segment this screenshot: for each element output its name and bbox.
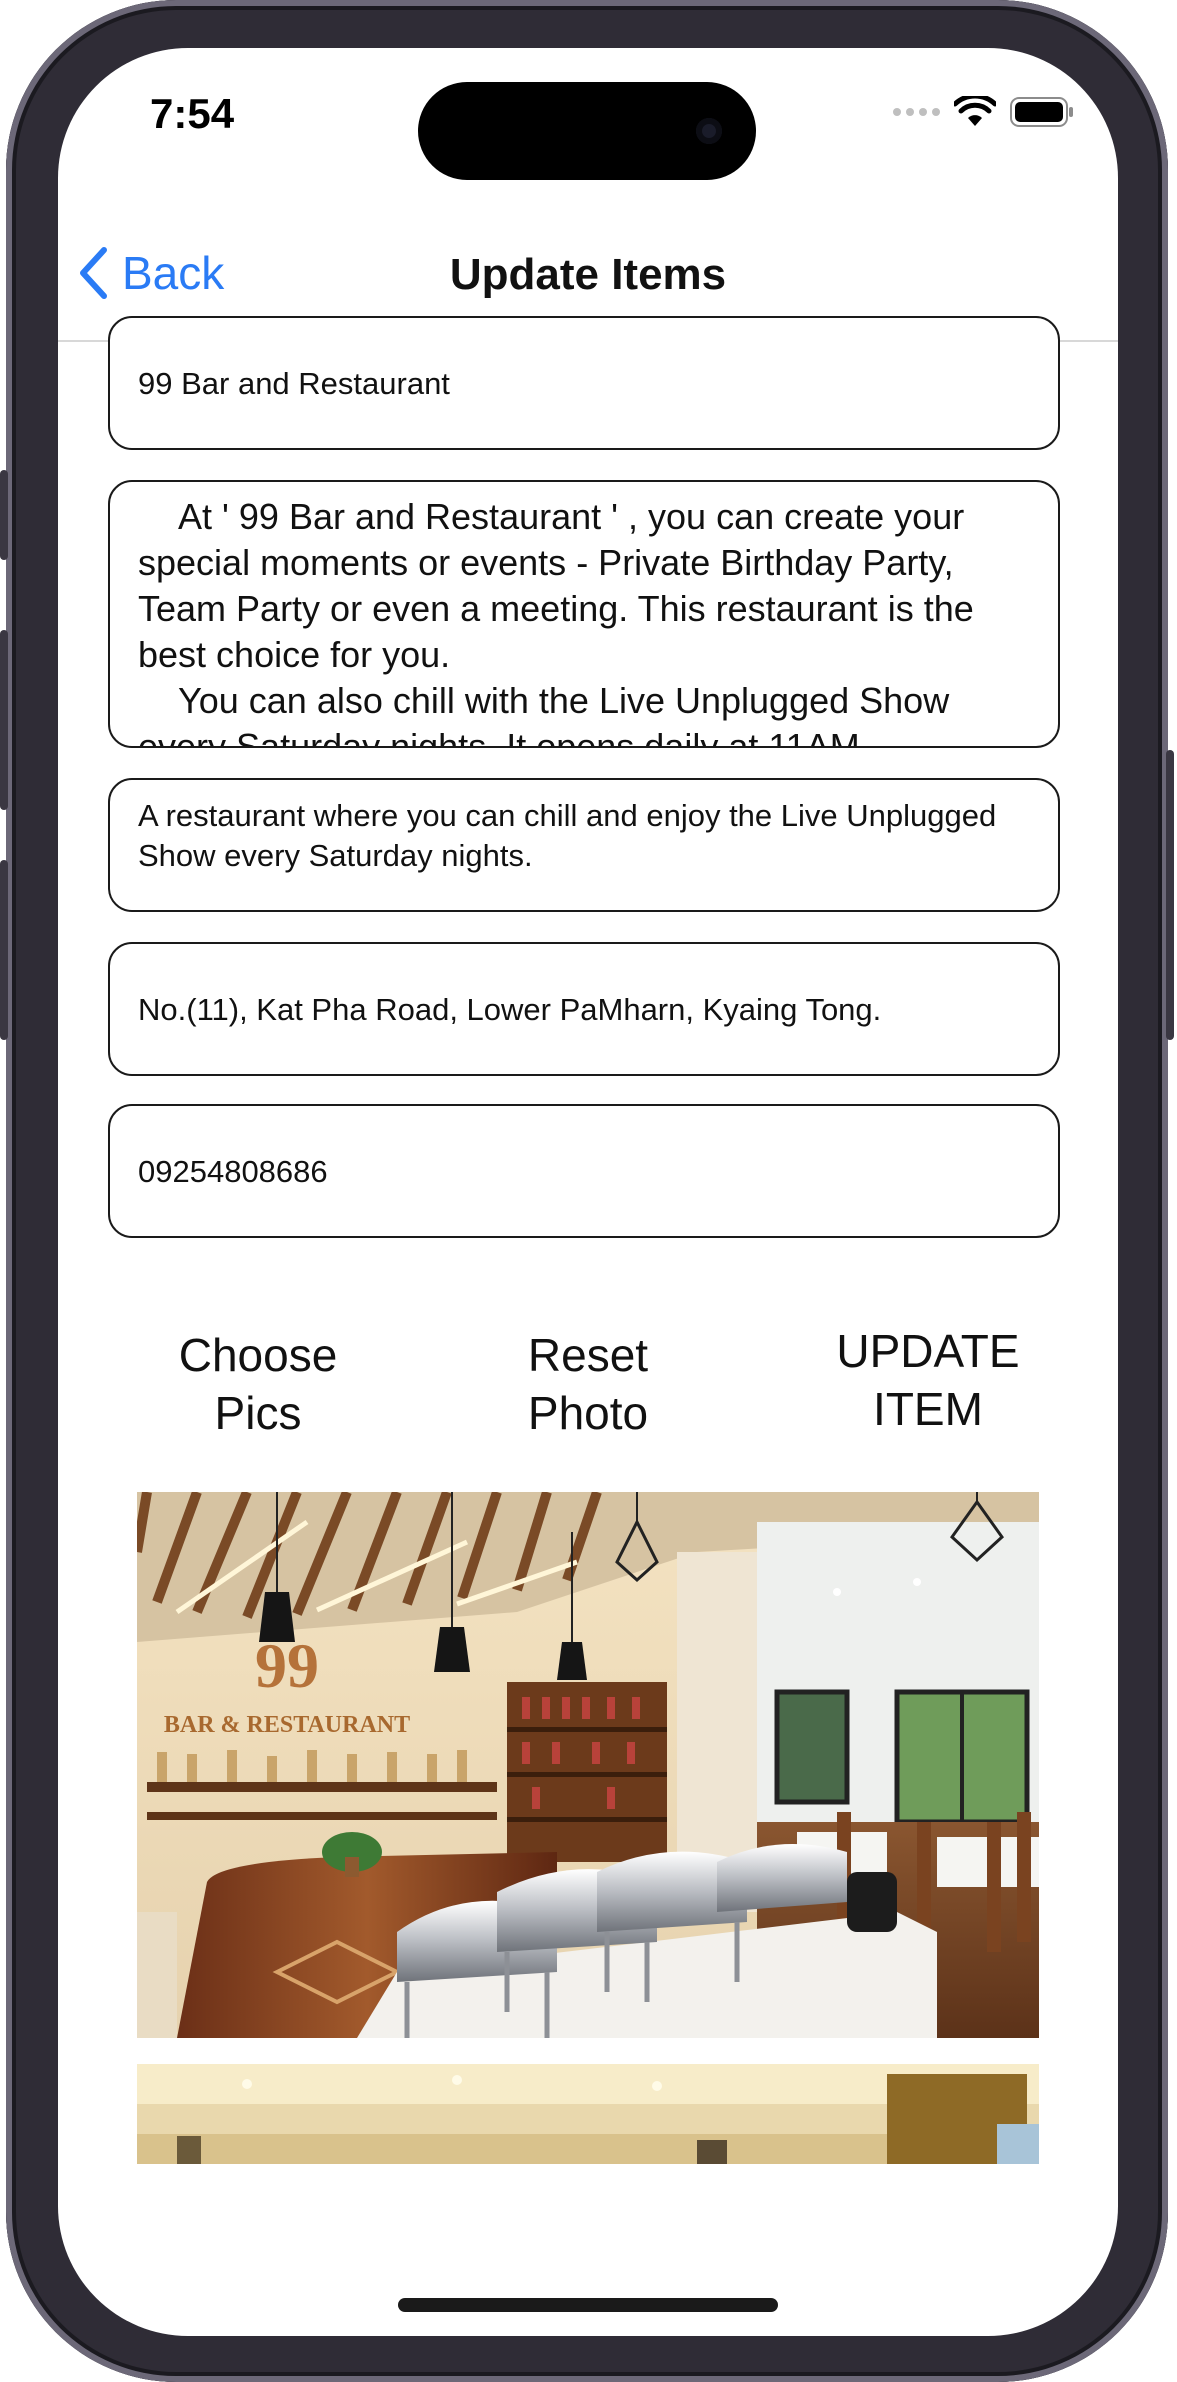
update-item-button[interactable]: UPDATE ITEM (798, 1322, 1058, 1438)
power-button (1166, 750, 1174, 1040)
volume-up-button (0, 630, 8, 810)
status-icons (893, 96, 1074, 128)
sign-number: 99 (255, 1630, 319, 1701)
sign-name: BAR & RESTAURANT (164, 1712, 410, 1738)
short-description-field[interactable]: A restaurant where you can chill and enj… (108, 778, 1060, 912)
restaurant-photo: 99 BAR & RESTAURANT (137, 1492, 1039, 2038)
page-title: Update Items (449, 250, 727, 299)
description-value: At ' 99 Bar and Restaurant ' , you can c… (138, 496, 974, 748)
name-value: 99 Bar and Restaurant (138, 366, 450, 401)
address-field[interactable]: No.(11), Kat Pha Road, Lower PaMharn, Ky… (108, 942, 1060, 1076)
description-textarea[interactable]: At ' 99 Bar and Restaurant ' , you can c… (108, 480, 1060, 748)
signal-icon (893, 108, 940, 116)
battery-icon (1010, 97, 1073, 127)
volume-down-button (0, 860, 8, 1040)
action-button (0, 470, 8, 560)
status-time: 7:54 (150, 90, 235, 137)
wifi-icon (954, 96, 996, 126)
address-value: No.(11), Kat Pha Road, Lower PaMharn, Ky… (138, 992, 882, 1027)
home-indicator[interactable] (398, 2298, 778, 2312)
short-description-value: A restaurant where you can chill and enj… (138, 798, 997, 873)
action-buttons: Choose Pics Reset Photo UPDATE ITEM (58, 1322, 1118, 1452)
phone-field[interactable]: 09254808686 (108, 1104, 1060, 1238)
camera-icon (696, 118, 722, 144)
name-field[interactable]: 99 Bar and Restaurant (108, 316, 1060, 450)
reset-photo-button[interactable]: Reset Photo (478, 1326, 698, 1442)
choose-pics-button[interactable]: Choose Pics (148, 1326, 368, 1442)
dynamic-island (418, 82, 756, 180)
restaurant-photo-2 (137, 2064, 1039, 2164)
screen: 7:54 Back Update Items 99 Bar and Restau… (58, 48, 1118, 2336)
phone-value: 09254808686 (138, 1154, 328, 1189)
